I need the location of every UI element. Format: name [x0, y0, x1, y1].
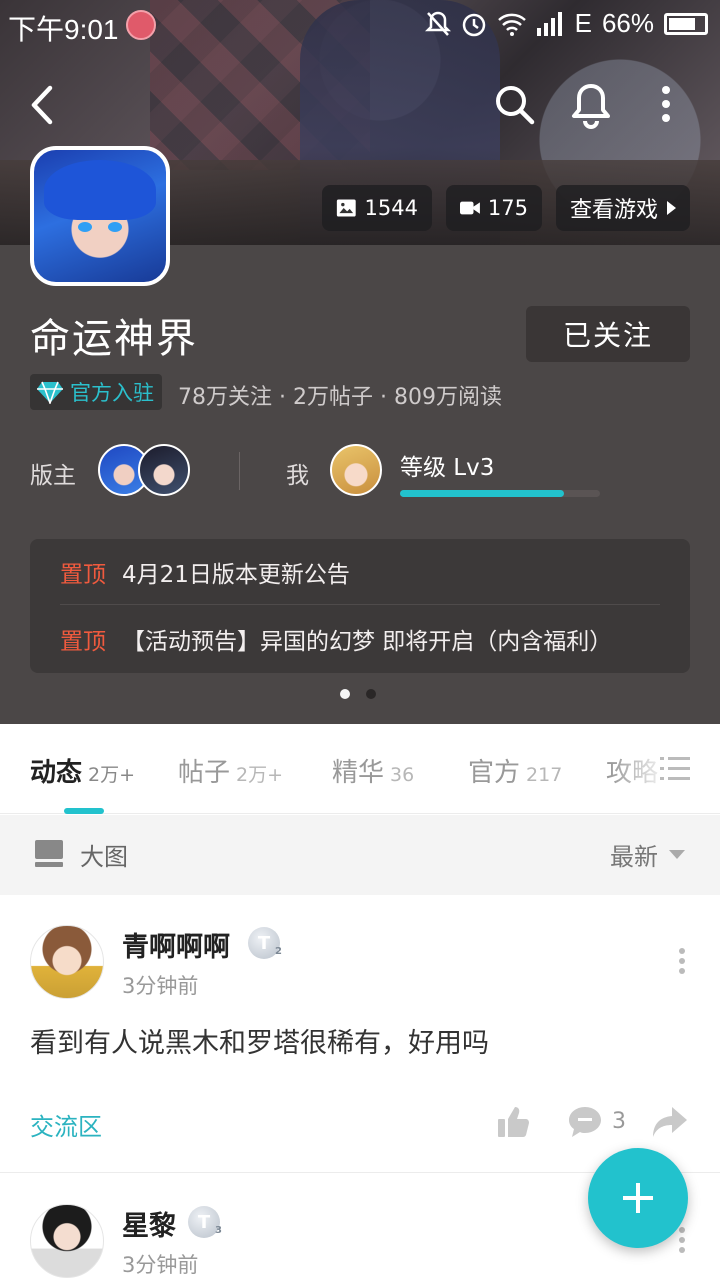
more-vertical-icon — [662, 86, 670, 122]
status-time: 下午9:01 — [8, 14, 119, 45]
battery-percent: 66% — [601, 8, 654, 38]
carousel-dot — [366, 689, 376, 699]
view-mode-label[interactable]: 大图 — [80, 837, 128, 872]
videos-button[interactable]: 175 — [446, 185, 542, 231]
diamond-icon — [37, 381, 63, 404]
post-content[interactable]: 看到有人说黑木和罗塔很稀有，好用吗 — [30, 1021, 489, 1060]
badge-level: 3 — [215, 1225, 222, 1236]
battery-icon — [664, 12, 708, 35]
moderator-label: 版主 — [30, 463, 76, 489]
badge-letter: T — [257, 932, 271, 954]
notice-text: 【活动预告】异国的幻梦 即将开启（内含福利） — [122, 629, 613, 655]
username[interactable]: 星黎 — [122, 1204, 176, 1243]
user-level-badge: T2 — [248, 927, 282, 959]
search-button[interactable] — [492, 82, 538, 128]
sort-dropdown[interactable]: 最新 — [610, 837, 658, 872]
badge-level: 2 — [275, 946, 282, 957]
user-level-badge: T3 — [188, 1206, 222, 1238]
tab-count: 2万+ — [236, 764, 284, 786]
tab-bar: 动态2万+ 帖子2万+ 精华36 官方217 攻略 — [0, 724, 720, 814]
user-avatar[interactable] — [30, 925, 104, 999]
official-badge: 官方入驻 — [30, 374, 162, 410]
badge-letter: T — [197, 1211, 211, 1233]
mute-bell-icon — [424, 11, 451, 36]
tab-dynamic[interactable]: 动态 2万+ — [30, 752, 135, 789]
follow-button[interactable]: 已关注 — [526, 306, 690, 362]
active-tab-indicator — [64, 808, 104, 814]
signal-icon — [536, 11, 562, 36]
photo-count: 1544 — [364, 196, 418, 220]
view-game-button[interactable]: 查看游戏 — [556, 185, 690, 231]
user-avatar[interactable] — [30, 1204, 104, 1278]
plus-icon — [623, 1183, 653, 1213]
status-bar: 下午9:01 E 66% — [0, 0, 720, 50]
chevron-left-icon — [31, 85, 53, 125]
forum-title: 命运神界 — [30, 316, 198, 362]
post-card[interactable]: 青啊啊啊 T2 3分钟前 看到有人说黑木和罗塔很稀有，好用吗 交流区 3 — [0, 895, 720, 1173]
tab-count: 217 — [526, 764, 563, 786]
tab-official[interactable]: 官方 217 — [468, 752, 562, 789]
photos-button[interactable]: 1544 — [322, 185, 432, 231]
tab-label: 精华 — [332, 758, 385, 788]
pinned-tag: 置顶 — [60, 561, 106, 588]
notice-item[interactable]: 置顶 4月21日版本更新公告 — [60, 539, 660, 605]
post-time: 3分钟前 — [122, 1253, 199, 1277]
bell-icon — [572, 84, 610, 129]
create-post-button[interactable] — [588, 1148, 688, 1248]
share-icon[interactable] — [652, 1105, 688, 1139]
notice-text: 4月21日版本更新公告 — [122, 561, 350, 588]
tab-count: 36 — [390, 764, 415, 786]
notice-item[interactable]: 置顶 【活动预告】异国的幻梦 即将开启（内含福利） — [60, 606, 660, 672]
video-count: 175 — [487, 196, 528, 220]
network-type: E — [574, 8, 592, 38]
video-icon — [460, 201, 480, 215]
wifi-icon — [497, 13, 526, 36]
post-time: 3分钟前 — [122, 974, 199, 998]
tab-count: 2万+ — [88, 764, 136, 786]
music-icon — [126, 10, 156, 40]
notification-button[interactable] — [568, 80, 614, 130]
view-game-label: 查看游戏 — [570, 198, 659, 223]
forum-stats: 78万关注 · 2万帖子 · 809万阅读 — [178, 385, 502, 410]
more-vertical-icon[interactable] — [674, 1226, 690, 1256]
level-progress-fill — [400, 490, 564, 497]
carousel-dots — [340, 689, 376, 699]
comment-count: 3 — [612, 1109, 626, 1134]
tab-featured[interactable]: 精华 36 — [332, 752, 414, 789]
tab-menu-icon[interactable] — [660, 756, 690, 782]
search-icon — [496, 86, 535, 125]
pinned-notices: 置顶 4月21日版本更新公告 置顶 【活动预告】异国的幻梦 即将开启（内含福利） — [30, 539, 690, 673]
pinned-tag: 置顶 — [60, 629, 106, 655]
caret-right-icon — [667, 201, 676, 215]
alarm-icon — [462, 13, 485, 36]
divider — [239, 452, 240, 490]
post-section-link[interactable]: 交流区 — [30, 1107, 102, 1142]
more-options-button[interactable] — [648, 84, 684, 128]
thumbs-up-icon[interactable] — [496, 1105, 530, 1139]
me-label: 我 — [286, 463, 309, 489]
tab-posts[interactable]: 帖子 2万+ — [178, 752, 283, 789]
level-progress-bar — [400, 490, 600, 497]
tab-label: 官方 — [468, 758, 521, 788]
comment-icon[interactable] — [568, 1105, 602, 1139]
username[interactable]: 青啊啊啊 — [122, 925, 230, 964]
caret-down-icon — [669, 850, 685, 859]
moderator-avatar[interactable] — [138, 444, 190, 496]
carousel-dot — [340, 689, 350, 699]
tab-label: 动态 — [30, 758, 83, 788]
tab-label: 帖子 — [178, 758, 231, 788]
filter-bar: 大图 最新 — [0, 815, 720, 895]
game-icon — [30, 146, 170, 286]
official-label: 官方入驻 — [70, 381, 154, 405]
large-view-icon[interactable] — [34, 839, 64, 869]
back-button[interactable] — [22, 80, 66, 130]
level-label: 等级 Lv3 — [400, 455, 495, 481]
my-avatar[interactable] — [330, 444, 382, 496]
image-icon — [336, 199, 356, 217]
more-vertical-icon[interactable] — [674, 947, 690, 977]
